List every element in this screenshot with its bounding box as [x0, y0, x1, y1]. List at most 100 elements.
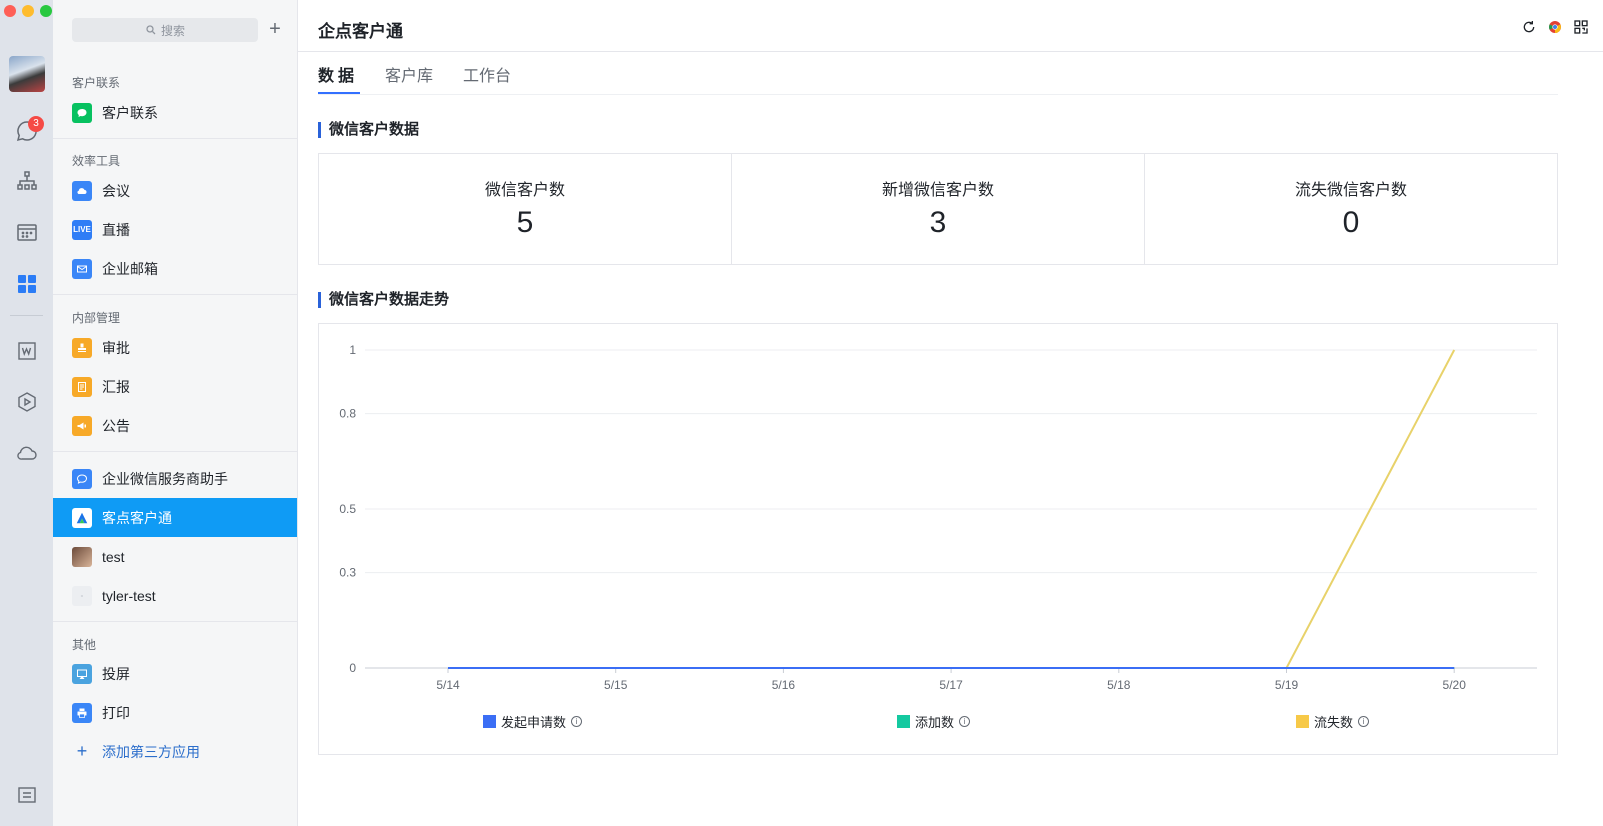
app-sidebar: 搜索 + 客户联系 客户联系 效率工具 会议 LIVE 直播 企业邮箱 内部管理…	[53, 0, 298, 826]
sidebar-item-label: 直播	[102, 221, 130, 238]
sidebar-item-label: 投屏	[102, 665, 130, 682]
sidebar-divider	[53, 621, 297, 622]
top-bar-actions	[1521, 19, 1589, 35]
legend-item[interactable]: 添加数 i	[897, 712, 971, 731]
test-app-image-icon	[72, 546, 92, 567]
user-avatar[interactable]	[9, 56, 45, 92]
tab-workbench[interactable]: 工作台	[463, 62, 511, 86]
y-tick-label: 1	[349, 343, 356, 357]
sidebar-item-label: 审批	[102, 339, 130, 356]
close-window-button[interactable]	[4, 5, 16, 17]
stats-panel: 微信客户数 5 新增微信客户数 3 流失微信客户数 0	[318, 153, 1558, 265]
legend-item[interactable]: 流失数 i	[1296, 712, 1370, 731]
top-bar: 企点客户通	[298, 0, 1603, 52]
settings-panel-icon[interactable]	[14, 782, 40, 808]
search-placeholder: 搜索	[160, 23, 185, 38]
add-third-party-app-link[interactable]: + 添加第三方应用	[53, 732, 297, 771]
sidebar-item-label: 企业邮箱	[102, 260, 158, 277]
apps-hexagon-icon[interactable]	[14, 389, 40, 415]
qidian-logo-icon	[72, 507, 92, 528]
legend-item[interactable]: 发起申请数 i	[483, 712, 583, 731]
docs-icon[interactable]	[14, 338, 40, 364]
printer-icon	[72, 702, 92, 723]
stat-value: 3	[929, 206, 947, 239]
qr-code-icon[interactable]	[1573, 19, 1589, 35]
y-tick-label: 0	[349, 661, 356, 675]
placeholder-app-icon: -	[72, 585, 92, 606]
stat-label: 微信客户数	[484, 182, 565, 199]
x-tick-label: 5/18	[1107, 678, 1131, 692]
sidebar-item-customer-contact[interactable]: 客户联系	[53, 93, 297, 132]
chat-bubble-icon	[72, 102, 92, 123]
cloud-camera-icon	[72, 180, 92, 201]
legend-label: 发起申请数	[501, 715, 567, 730]
y-tick-label: 0.5	[339, 502, 356, 516]
zoom-window-button[interactable]	[40, 5, 52, 17]
legend-swatch	[897, 715, 910, 728]
sidebar-item-cast[interactable]: 投屏	[53, 654, 297, 693]
minimize-window-button[interactable]	[22, 5, 34, 17]
section-title-other: 其他	[72, 638, 97, 652]
refresh-icon[interactable]	[1521, 19, 1537, 35]
plus-icon: +	[76, 741, 88, 761]
info-icon[interactable]: i	[959, 716, 971, 727]
x-tick-label: 5/19	[1275, 678, 1299, 692]
active-tab-indicator	[318, 92, 360, 94]
section-title-contact: 客户联系	[72, 76, 121, 90]
section-title-wechat-data: 微信客户数据	[318, 122, 419, 138]
browser-icon[interactable]	[1547, 19, 1563, 35]
sidebar-item-label: 汇报	[102, 378, 130, 395]
stat-value: 5	[516, 206, 534, 239]
sidebar-divider	[53, 138, 297, 139]
stat-value: 0	[1342, 206, 1360, 239]
sidebar-item-label: 客点客户通	[102, 509, 172, 526]
sidebar-item-mail[interactable]: 企业邮箱	[53, 249, 297, 288]
screen-cast-icon	[72, 663, 92, 684]
sidebar-item-label: 添加第三方应用	[102, 743, 200, 760]
sidebar-item-meeting[interactable]: 会议	[53, 171, 297, 210]
sidebar-item-label: 会议	[102, 182, 130, 199]
megaphone-icon	[72, 415, 92, 436]
section-title-internal: 内部管理	[72, 311, 121, 325]
sidebar-divider	[53, 451, 297, 452]
sidebar-item-live[interactable]: LIVE 直播	[53, 210, 297, 249]
tab-bar: 数据 客户库 工作台	[318, 52, 1558, 95]
sidebar-item-approval[interactable]: 审批	[53, 328, 297, 367]
mail-icon	[72, 258, 92, 279]
sidebar-divider	[53, 294, 297, 295]
tab-customer-library[interactable]: 客户库	[385, 62, 433, 86]
rail-divider	[10, 315, 43, 316]
add-icon[interactable]: +	[263, 18, 287, 42]
sidebar-item-service-helper[interactable]: 企业微信服务商助手	[53, 459, 297, 498]
sidebar-item-report[interactable]: 汇报	[53, 367, 297, 406]
report-icon	[72, 376, 92, 397]
x-tick-label: 5/15	[604, 678, 628, 692]
sidebar-item-qidian[interactable]: 客点客户通	[53, 498, 297, 537]
org-chart-icon[interactable]	[14, 168, 40, 194]
sidebar-item-notice[interactable]: 公告	[53, 406, 297, 445]
sidebar-item-label: test	[102, 548, 125, 565]
cloud-icon[interactable]	[14, 440, 40, 466]
info-icon[interactable]: i	[571, 716, 583, 727]
legend-label: 添加数	[915, 715, 955, 730]
legend-swatch	[483, 715, 496, 728]
stat-card: 新增微信客户数 3	[732, 154, 1145, 264]
main-panel: 企点客户通 数据 客户库 工作台 微信客户数据 微信客户数 5 新增微信客户数 …	[298, 0, 1603, 826]
search-icon	[146, 25, 156, 35]
sidebar-item-tyler-test[interactable]: - tyler-test	[53, 576, 297, 615]
x-tick-label: 5/14	[436, 678, 460, 692]
unread-badge: 3	[28, 116, 44, 132]
workbench-icon[interactable]	[14, 271, 40, 297]
sidebar-item-label: 客户联系	[102, 104, 158, 121]
live-icon: LIVE	[72, 219, 92, 240]
x-tick-label: 5/20	[1443, 678, 1467, 692]
sidebar-item-test[interactable]: test	[53, 537, 297, 576]
calendar-icon[interactable]	[14, 219, 40, 245]
section-title-trend: 微信客户数据走势	[318, 292, 449, 308]
window-controls	[4, 5, 52, 17]
search-input[interactable]: 搜索	[72, 18, 258, 42]
tab-data[interactable]: 数据	[318, 62, 358, 86]
info-icon[interactable]: i	[1358, 716, 1370, 727]
sidebar-item-print[interactable]: 打印	[53, 693, 297, 732]
stamp-icon	[72, 337, 92, 358]
